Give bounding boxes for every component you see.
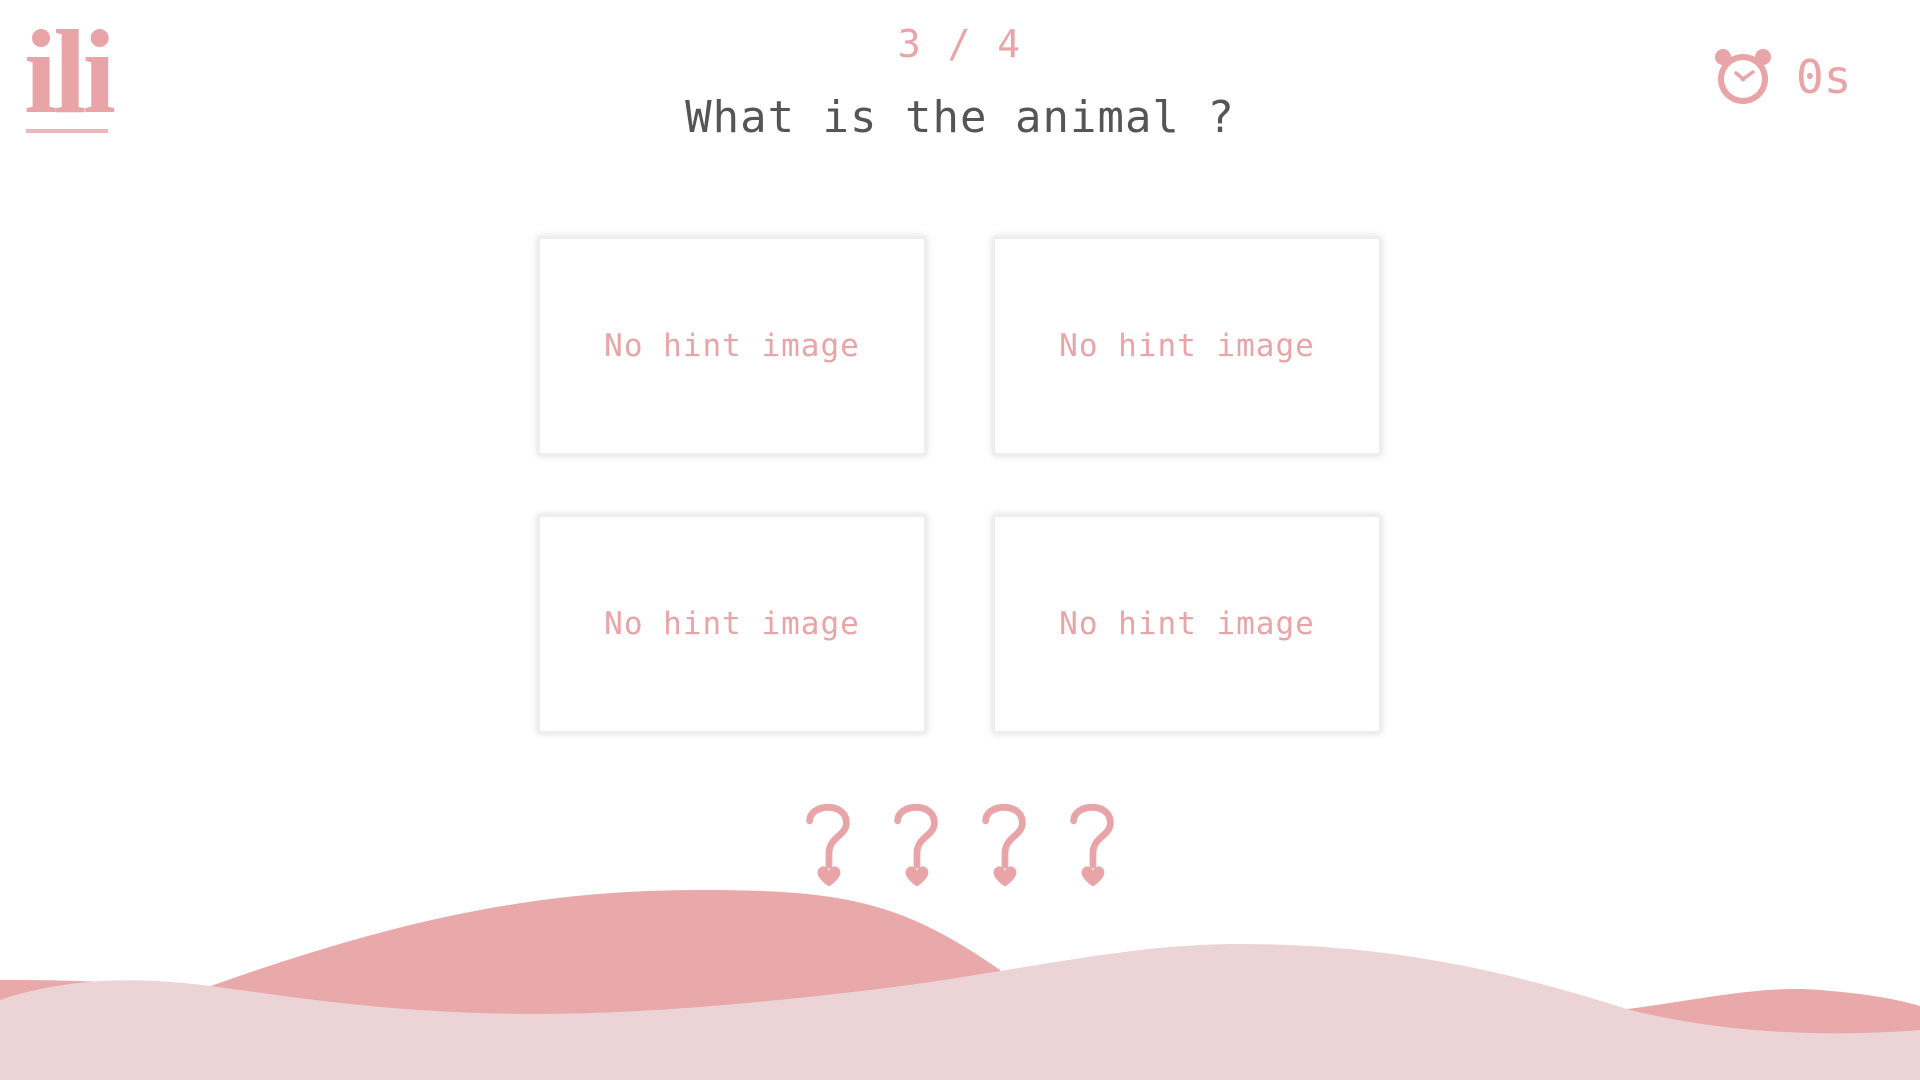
option-card-label: No hint image	[1059, 606, 1315, 642]
timer: 0s	[1712, 42, 1851, 112]
option-card-label: No hint image	[604, 328, 860, 364]
option-card-1[interactable]: No hint image	[537, 236, 927, 456]
option-card-label: No hint image	[604, 606, 860, 642]
option-card-3[interactable]: No hint image	[537, 514, 927, 734]
alarm-clock-icon	[1715, 49, 1771, 104]
decorative-hills	[0, 890, 1920, 1080]
answer-options-grid: No hint image No hint image No hint imag…	[537, 236, 1389, 736]
option-card-2[interactable]: No hint image	[992, 236, 1382, 456]
question-progress: 3 / 4	[897, 22, 1023, 66]
timer-value: 0s	[1796, 50, 1852, 104]
option-card-label: No hint image	[1059, 328, 1315, 364]
option-card-4[interactable]: No hint image	[992, 514, 1382, 734]
question-text: What is the animal ?	[685, 92, 1235, 143]
